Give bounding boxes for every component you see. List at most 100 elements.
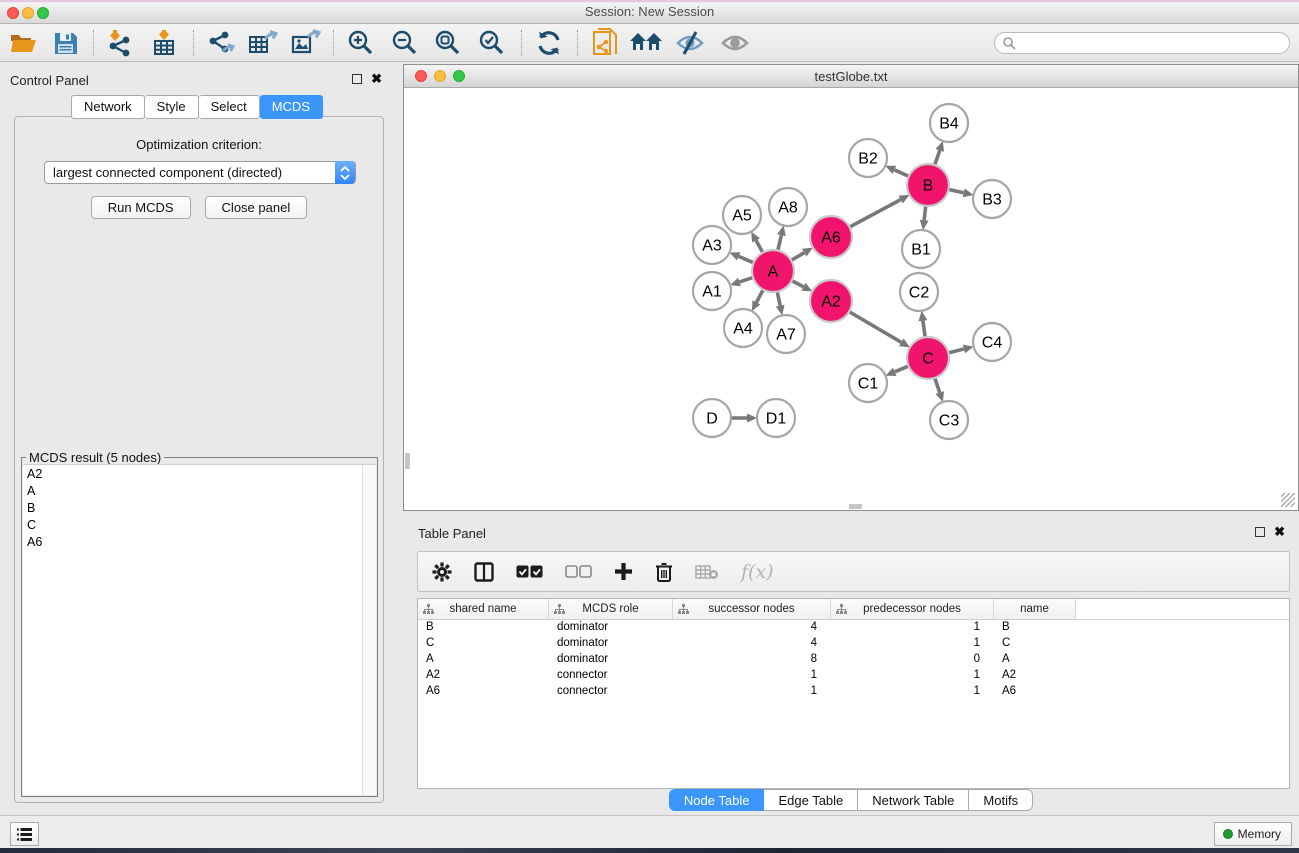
tab-network-table[interactable]: Network Table <box>858 789 969 811</box>
table-cell[interactable]: 1 <box>831 620 994 636</box>
network-horizontal-scrollbar[interactable] <box>849 504 862 509</box>
import-network-from-file-icon[interactable] <box>104 27 138 59</box>
save-session-icon[interactable] <box>48 27 82 59</box>
control-panel-title: Control Panel <box>10 73 89 88</box>
table-cell[interactable]: 1 <box>831 636 994 652</box>
import-table-from-file-icon[interactable] <box>147 27 181 59</box>
network-window-titlebar[interactable]: testGlobe.txt <box>404 65 1298 88</box>
table-row[interactable]: Cdominator41C <box>418 636 1289 652</box>
export-network-icon[interactable] <box>203 27 237 59</box>
network-graph[interactable]: B4B2BB3B1A5A8A6A3AA1C2A4A7A2CC4C1C3DD1 <box>405 89 1299 511</box>
column-header-predecessor-nodes[interactable]: predecessor nodes <box>831 599 994 619</box>
mcds-result-item[interactable]: C <box>23 516 376 533</box>
tab-network[interactable]: Network <box>71 95 145 119</box>
network-vertical-scrollbar[interactable] <box>405 453 410 469</box>
table-cell[interactable]: 1 <box>673 668 831 684</box>
table-cell[interactable]: 8 <box>673 652 831 668</box>
table-cell[interactable]: A <box>994 652 1076 668</box>
table-cell[interactable]: A2 <box>994 668 1076 684</box>
close-table-panel-icon[interactable]: ✖ <box>1274 527 1285 537</box>
mcds-result-item[interactable]: B <box>23 499 376 516</box>
table-cell[interactable]: A <box>418 652 549 668</box>
column-header-successor-nodes[interactable]: successor nodes <box>673 599 831 619</box>
graph-node-label: C3 <box>939 413 960 430</box>
delete-column-icon[interactable] <box>655 562 673 582</box>
network-canvas[interactable]: B4B2BB3B1A5A8A6A3AA1C2A4A7A2CC4C1C3DD1 <box>405 89 1297 509</box>
table-cell[interactable]: 1 <box>831 684 994 700</box>
apply-preferred-layout-icon[interactable] <box>532 27 566 59</box>
new-network-from-selection-icon[interactable] <box>588 27 622 59</box>
close-panel-icon[interactable]: ✖ <box>371 74 382 84</box>
table-cell[interactable]: dominator <box>549 620 673 636</box>
table-cell[interactable]: 4 <box>673 620 831 636</box>
run-mcds-button[interactable]: Run MCDS <box>91 196 191 219</box>
tab-style[interactable]: Style <box>145 95 199 119</box>
table-cell[interactable]: dominator <box>549 636 673 652</box>
tab-edge-table[interactable]: Edge Table <box>764 789 858 811</box>
table-row[interactable]: A6connector11A6 <box>418 684 1289 700</box>
graph-node-label: C2 <box>909 285 930 302</box>
table-cell[interactable]: C <box>994 636 1076 652</box>
mcds-result-item[interactable]: A6 <box>23 533 376 550</box>
open-file-icon[interactable] <box>6 27 40 59</box>
zoom-fit-content-icon[interactable] <box>431 27 465 59</box>
close-panel-button[interactable]: Close panel <box>205 196 308 219</box>
table-cell[interactable]: A6 <box>418 684 549 700</box>
mcds-list-scrollbar[interactable] <box>362 465 376 795</box>
tab-motifs[interactable]: Motifs <box>969 789 1033 811</box>
table-cell[interactable]: connector <box>549 684 673 700</box>
search-field[interactable] <box>994 32 1290 54</box>
column-header-name[interactable]: name <box>994 599 1076 619</box>
table-cell[interactable]: 0 <box>831 652 994 668</box>
table-row[interactable]: Bdominator41B <box>418 620 1289 636</box>
search-input[interactable] <box>1016 34 1289 52</box>
mcds-result-item[interactable]: A2 <box>23 465 376 482</box>
dropdown-value: largest connected component (directed) <box>53 165 282 180</box>
tab-node-table[interactable]: Node Table <box>669 789 765 811</box>
table-cell[interactable]: B <box>994 620 1076 636</box>
table-cell[interactable]: B <box>418 620 549 636</box>
deselect-all-checkboxes-icon[interactable] <box>565 565 592 578</box>
export-image-icon[interactable] <box>289 27 323 59</box>
tab-select[interactable]: Select <box>199 95 260 119</box>
table-cell[interactable]: A6 <box>994 684 1076 700</box>
memory-button[interactable]: Memory <box>1214 822 1292 846</box>
table-cell[interactable]: A2 <box>418 668 549 684</box>
task-history-button[interactable] <box>10 822 39 846</box>
table-cell[interactable]: 1 <box>673 684 831 700</box>
column-header-shared-name[interactable]: shared name <box>418 599 549 619</box>
table-row[interactable]: A2connector11A2 <box>418 668 1289 684</box>
table-cell[interactable]: connector <box>549 668 673 684</box>
float-panel-icon[interactable] <box>352 74 362 84</box>
export-table-icon[interactable] <box>246 27 280 59</box>
column-header-filler <box>1076 599 1289 619</box>
table-cell[interactable]: 1 <box>831 668 994 684</box>
table-cell[interactable]: C <box>418 636 549 652</box>
zoom-in-icon[interactable] <box>344 27 378 59</box>
table-settings-icon[interactable] <box>432 562 452 582</box>
add-column-icon[interactable] <box>614 562 633 581</box>
show-all-networks-icon[interactable] <box>630 27 664 59</box>
mcds-result-list[interactable]: A2ABCA6 <box>23 464 376 795</box>
network-resize-grip[interactable] <box>1281 493 1295 507</box>
column-header-MCDS-role[interactable]: MCDS role <box>549 599 673 619</box>
graph-node-label: C1 <box>858 376 879 393</box>
table-cell[interactable]: 4 <box>673 636 831 652</box>
mcds-result-item[interactable]: A <box>23 482 376 499</box>
optimization-criterion-dropdown[interactable]: largest connected component (directed) <box>44 161 356 184</box>
select-all-checkboxes-icon[interactable] <box>516 565 543 578</box>
zoom-selected-region-icon[interactable] <box>475 27 509 59</box>
delete-table-icon[interactable] <box>695 564 719 580</box>
zoom-out-icon[interactable] <box>388 27 422 59</box>
float-table-panel-icon[interactable] <box>1255 527 1265 537</box>
column-layout-icon[interactable] <box>474 562 494 582</box>
apply-function-icon[interactable]: f(x) <box>741 561 774 583</box>
hide-selected-icon[interactable] <box>673 27 707 59</box>
show-hidden-icon[interactable] <box>718 27 752 59</box>
tab-mcds[interactable]: MCDS <box>260 95 323 119</box>
node-table[interactable]: shared nameMCDS rolesuccessor nodesprede… <box>417 598 1290 789</box>
table-cell[interactable]: dominator <box>549 652 673 668</box>
mcds-result-title: MCDS result (5 nodes) <box>26 450 164 465</box>
node-table-header: shared nameMCDS rolesuccessor nodesprede… <box>418 599 1289 620</box>
table-row[interactable]: Adominator80A <box>418 652 1289 668</box>
